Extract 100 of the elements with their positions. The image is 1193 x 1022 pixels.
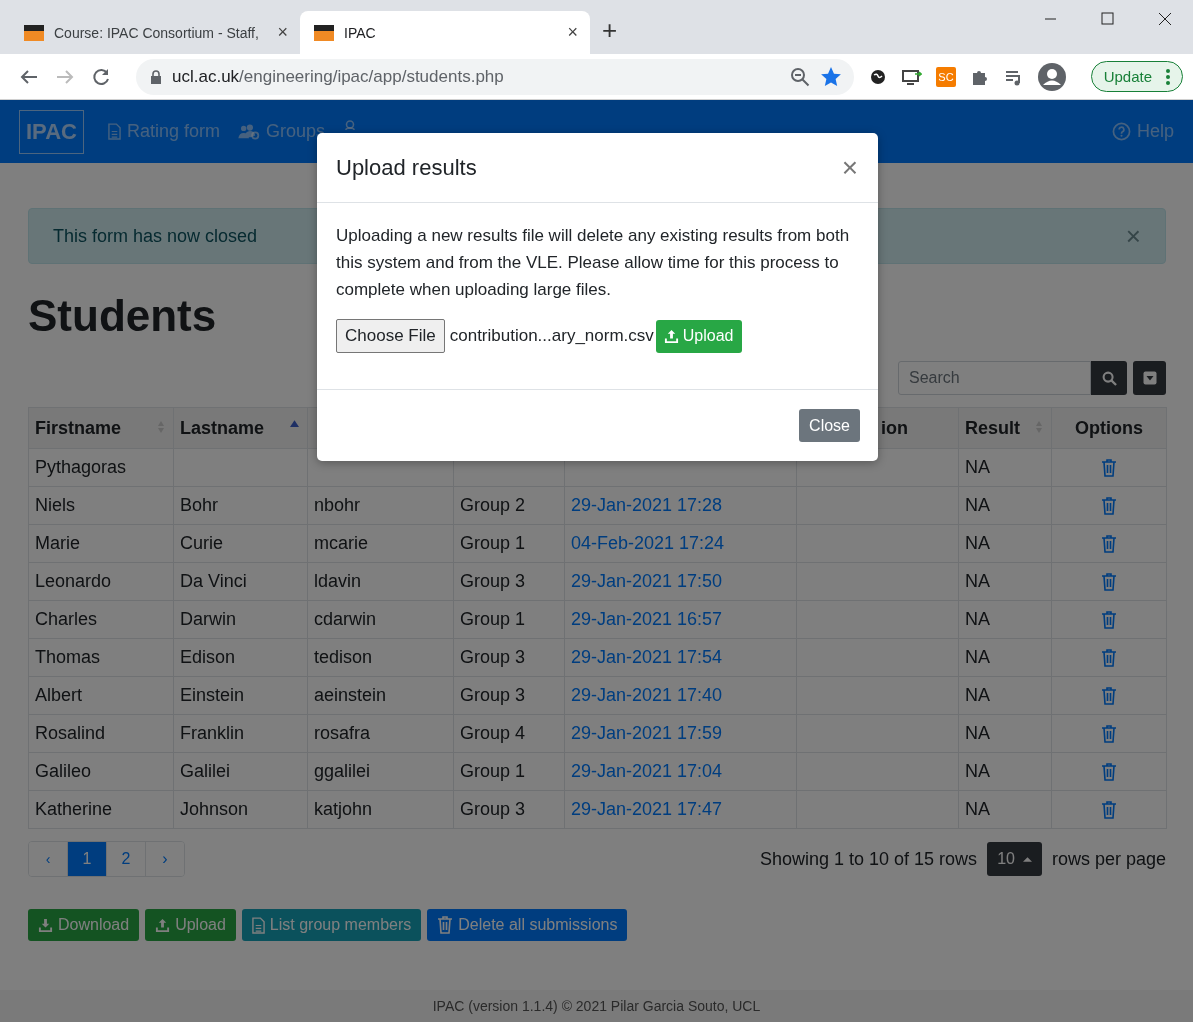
delete-icon[interactable] <box>1101 649 1117 668</box>
table-cell: Group 3 <box>453 676 565 715</box>
page-size-label: rows per page <box>1051 848 1166 870</box>
delete-icon[interactable] <box>1101 459 1117 478</box>
date-link[interactable]: 29-Jan-2021 17:54 <box>564 638 797 677</box>
page-title: Students <box>28 290 217 342</box>
browser-tab[interactable]: Course: IPAC Consortium - Staff, × <box>10 11 300 54</box>
table-cell: ggalilei <box>307 752 454 791</box>
choose-file-button[interactable]: Choose File <box>336 319 445 353</box>
nav-link[interactable]: Rating form <box>107 121 220 142</box>
more-options-icon[interactable] <box>1166 68 1170 85</box>
delete-button[interactable]: Delete all submissions <box>427 909 628 941</box>
avatar-icon[interactable] <box>1038 62 1066 91</box>
table-cell: Group 3 <box>453 790 565 829</box>
search-icon <box>1101 370 1117 386</box>
upload-button[interactable]: Upload <box>145 909 236 941</box>
brand-logo[interactable]: IPAC <box>19 109 84 154</box>
table-cell: NA <box>958 752 1052 791</box>
table-cell: mcarie <box>307 524 454 563</box>
delete-icon[interactable] <box>1101 687 1117 706</box>
table-cell: Leonardo <box>28 562 174 601</box>
delete-icon[interactable] <box>1101 497 1117 516</box>
column-header[interactable]: Result <box>958 407 1052 449</box>
table-cell: rosafra <box>307 714 454 753</box>
table-cell: Group 3 <box>453 638 565 677</box>
date-link[interactable]: 29-Jan-2021 17:50 <box>564 562 797 601</box>
table-cell: Johnson <box>173 790 308 829</box>
table-cell: NA <box>958 638 1052 677</box>
tab-close-button[interactable]: × <box>567 22 578 43</box>
dialog-title: Upload results <box>336 154 477 181</box>
date-link[interactable]: 29-Jan-2021 17:47 <box>564 790 797 829</box>
dropdown-button[interactable] <box>1133 361 1166 395</box>
rows-summary: Showing 1 to 10 of 15 rows <box>760 848 978 870</box>
table-cell: NA <box>958 600 1052 639</box>
page-button[interactable]: 1 <box>67 842 106 876</box>
column-header[interactable]: Firstname <box>28 407 174 449</box>
date-link[interactable]: 29-Jan-2021 17:40 <box>564 676 797 715</box>
tab-close-button[interactable]: × <box>277 22 288 43</box>
trash-icon[interactable] <box>437 916 454 934</box>
zoom-out-icon[interactable] <box>790 66 810 87</box>
table-cell: Group 1 <box>453 524 565 563</box>
table-cell: Galilei <box>173 752 308 791</box>
list-button[interactable]: List group members <box>241 909 422 941</box>
update-button[interactable]: Update <box>1090 61 1183 92</box>
table-cell: Bohr <box>173 486 308 525</box>
table-cell: Group 2 <box>453 486 565 525</box>
table-cell: cdarwin <box>307 600 454 639</box>
ucl-favicon <box>314 24 334 41</box>
upload-icon <box>663 328 679 344</box>
new-tab-button[interactable]: + <box>602 15 618 46</box>
date-link[interactable]: 04-Feb-2021 17:24 <box>564 524 797 563</box>
table-cell: Katherine <box>28 790 174 829</box>
upload-button[interactable]: Upload <box>655 319 742 353</box>
table-cell: Thomas <box>28 638 174 677</box>
delete-icon[interactable] <box>1101 801 1117 820</box>
upload-icon <box>155 917 171 933</box>
table-cell: Pythagoras <box>28 448 174 487</box>
table-cell: Curie <box>173 524 308 563</box>
date-link[interactable]: 29-Jan-2021 17:04 <box>564 752 797 791</box>
dialog-close-button[interactable]: × <box>841 151 858 184</box>
table-cell: NA <box>958 562 1052 601</box>
column-header[interactable]: Lastname <box>173 407 308 449</box>
table-cell: Niels <box>28 486 174 525</box>
next-page-button[interactable]: › <box>145 842 184 876</box>
nav-link[interactable]: Groups <box>238 121 325 142</box>
table-cell: NA <box>958 676 1052 715</box>
page-size-dropdown[interactable]: 10 <box>987 842 1042 876</box>
table-cell: Einstein <box>173 676 308 715</box>
delete-icon[interactable] <box>1101 535 1117 554</box>
help-link[interactable]: Help <box>1111 121 1174 142</box>
date-link[interactable]: 29-Jan-2021 16:57 <box>564 600 797 639</box>
alert-close-button[interactable]: × <box>1125 220 1141 252</box>
delete-icon[interactable] <box>1101 611 1117 630</box>
alert-message: This form has now closed <box>53 225 258 247</box>
file-name: contribution...ary_norm.csv <box>449 326 654 346</box>
delete-icon[interactable] <box>1101 725 1117 744</box>
search-button[interactable] <box>1091 361 1127 395</box>
table-cell: NA <box>958 790 1052 829</box>
table-cell: Marie <box>28 524 174 563</box>
date-link[interactable]: 29-Jan-2021 17:28 <box>564 486 797 525</box>
search-field[interactable]: Search <box>898 361 1091 395</box>
table-cell: Edison <box>173 638 308 677</box>
delete-icon[interactable] <box>1101 763 1117 782</box>
document-icon <box>251 916 265 934</box>
delete-icon[interactable] <box>1101 573 1117 592</box>
download-button[interactable]: Download <box>28 909 140 941</box>
table-cell: NA <box>958 714 1052 753</box>
close-button[interactable]: Close <box>799 409 860 442</box>
star-icon[interactable] <box>820 65 842 88</box>
table-cell: Group 1 <box>453 600 565 639</box>
sort-ascending-icon[interactable] <box>290 420 299 427</box>
url-text: ucl.ac.uk/engineering/ipac/app/students.php <box>172 66 505 87</box>
table-cell: NA <box>958 448 1052 487</box>
date-link[interactable]: 29-Jan-2021 17:59 <box>564 714 797 753</box>
table-cell: Rosalind <box>28 714 174 753</box>
browser-tab[interactable]: IPAC × <box>300 11 590 54</box>
table-cell: aeinstein <box>307 676 454 715</box>
table-cell: NA <box>958 524 1052 563</box>
address-bar[interactable]: ucl.ac.uk/engineering/ipac/app/students.php <box>136 58 854 95</box>
extension-icon[interactable]: SC <box>936 66 956 87</box>
